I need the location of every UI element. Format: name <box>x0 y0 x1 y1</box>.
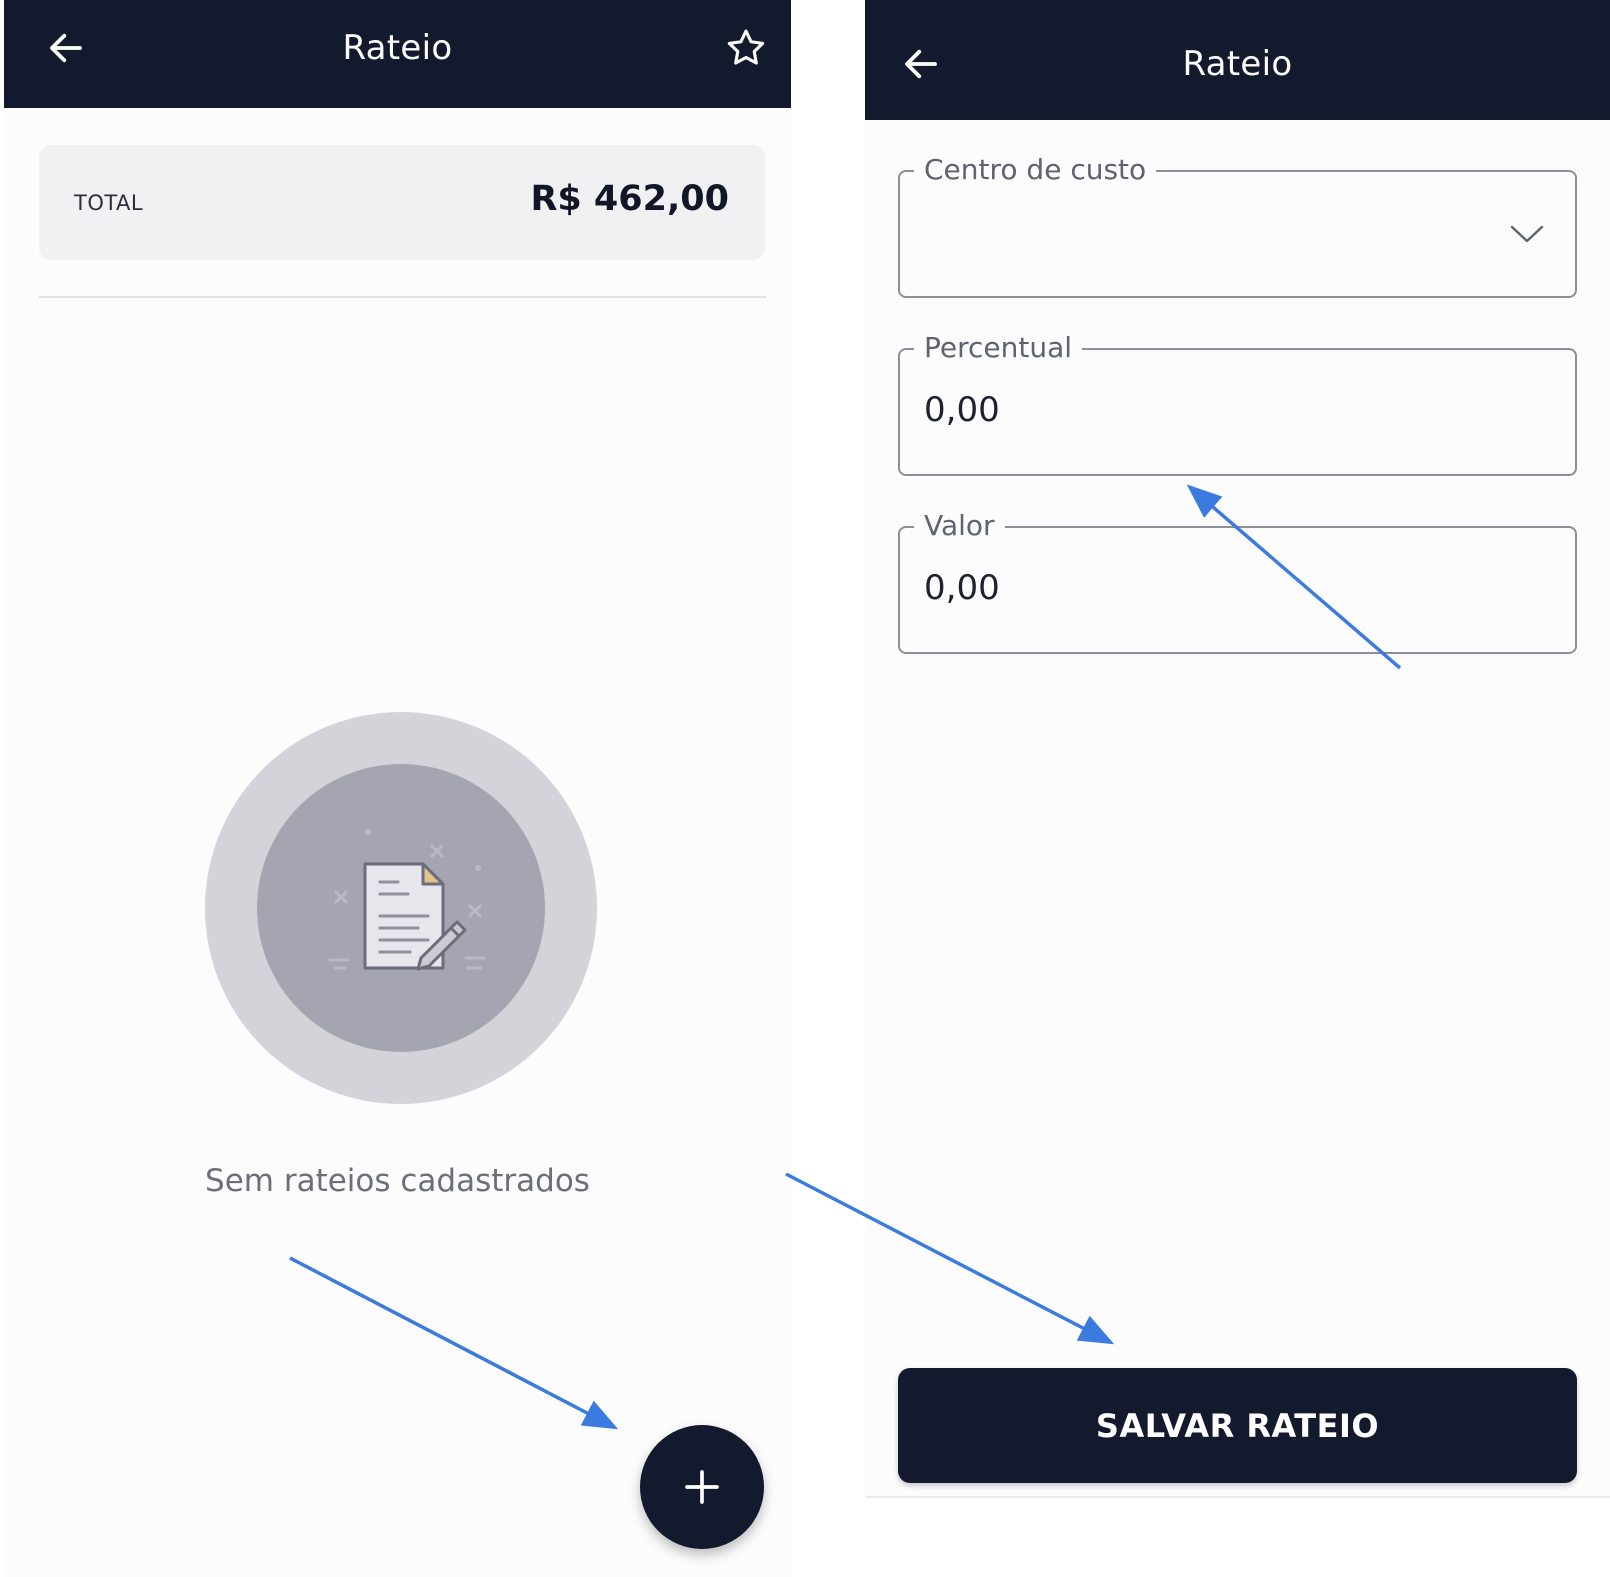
save-rateio-button[interactable]: SALVAR RATEIO <box>898 1368 1577 1483</box>
valor-field[interactable]: Valor <box>898 506 1577 654</box>
star-outline-icon <box>727 29 765 65</box>
plus-icon <box>685 1470 719 1504</box>
valor-label: Valor <box>914 506 1005 546</box>
total-value: R$ 462,00 <box>530 179 729 219</box>
total-card: TOTAL R$ 462,00 <box>39 145 765 260</box>
document-edit-icon <box>205 712 597 1104</box>
rateio-form-screen: Rateio Centro de custo Percentual Valor … <box>865 0 1610 1498</box>
page-title: Rateio <box>1182 44 1293 84</box>
chevron-down-icon[interactable] <box>1509 220 1545 248</box>
centro-de-custo-label: Centro de custo <box>914 150 1157 190</box>
divider <box>865 1496 1610 1498</box>
empty-state-message: Sem rateios cadastrados <box>205 1163 590 1199</box>
add-rateio-button[interactable] <box>640 1425 764 1549</box>
empty-state-illustration <box>205 712 597 1104</box>
centro-de-custo-select[interactable]: Centro de custo <box>898 150 1577 298</box>
total-label: TOTAL <box>74 191 144 215</box>
favorite-button[interactable] <box>716 18 776 78</box>
app-bar: Rateio <box>4 0 791 108</box>
percentual-field[interactable]: Percentual <box>898 328 1577 476</box>
rateio-list-screen: Rateio TOTAL R$ 462,00 Sem rateios cadas… <box>4 0 791 1577</box>
valor-input[interactable] <box>924 568 1524 608</box>
page-title: Rateio <box>342 28 453 68</box>
percentual-label: Percentual <box>914 328 1083 368</box>
app-bar: Rateio <box>865 0 1610 120</box>
divider <box>39 296 767 298</box>
percentual-input[interactable] <box>924 390 1524 430</box>
